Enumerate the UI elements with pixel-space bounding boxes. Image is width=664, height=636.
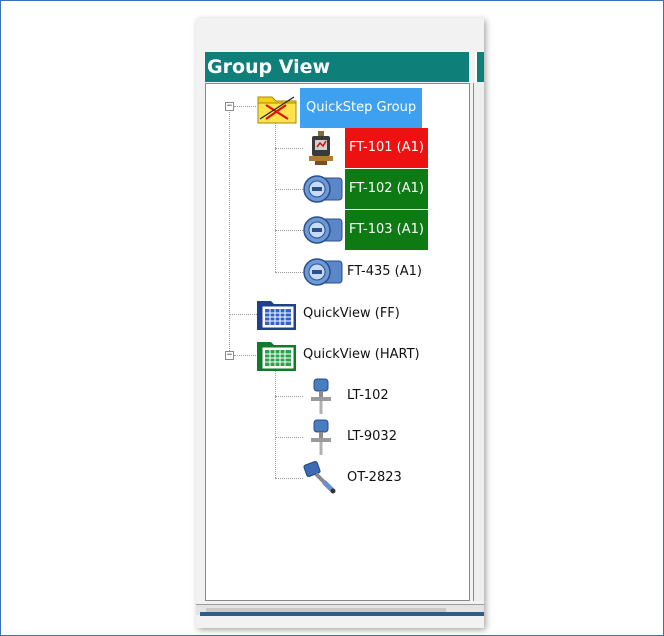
flow-transmitter-icon[interactable] xyxy=(302,172,344,206)
level-transmitter-icon[interactable] xyxy=(305,418,337,456)
tree-line xyxy=(229,314,257,315)
tree-line xyxy=(275,148,303,149)
panel-splitter[interactable] xyxy=(473,83,484,601)
tree-node-lt-9032[interactable]: LT-9032 xyxy=(343,427,401,447)
folder-disabled-icon[interactable] xyxy=(256,89,298,125)
tree-line xyxy=(234,106,256,107)
tree-node-ft-102[interactable]: FT-102 (A1) xyxy=(345,169,428,209)
tree-line xyxy=(275,478,303,479)
tree-line xyxy=(275,230,303,231)
tree-line xyxy=(229,110,230,355)
tree-node-ft-435[interactable]: FT-435 (A1) xyxy=(343,262,426,282)
flow-transmitter-icon[interactable] xyxy=(302,255,344,289)
analyzer-probe-icon[interactable] xyxy=(302,460,340,498)
flow-transmitter-icon[interactable] xyxy=(302,213,344,247)
tree-line xyxy=(275,122,276,272)
panel-title: Group View xyxy=(205,52,469,82)
quickview-folder-green-icon[interactable] xyxy=(256,338,298,372)
tree-line xyxy=(275,189,303,190)
tree-line xyxy=(275,272,303,273)
tree-line xyxy=(275,396,303,397)
tree-node-quickstep-group[interactable]: QuickStep Group xyxy=(300,88,423,128)
tree-line xyxy=(234,355,256,356)
collapse-toggle-quickview-hart[interactable]: − xyxy=(225,351,234,360)
level-transmitter-icon[interactable] xyxy=(305,377,337,415)
tree-line xyxy=(275,437,303,438)
tree-node-quickview-ff[interactable]: QuickView (FF) xyxy=(299,304,404,324)
panel-bottom-edge xyxy=(200,612,484,616)
quickview-folder-blue-icon[interactable] xyxy=(256,297,298,331)
tree-line xyxy=(275,370,276,478)
tree-node-quickview-hart[interactable]: QuickView (HART) xyxy=(299,345,424,365)
tree-node-ft-101[interactable]: FT-101 (A1) xyxy=(345,128,428,168)
adjacent-panel-header xyxy=(475,52,484,82)
group-tree[interactable] xyxy=(205,83,470,601)
pressure-transmitter-icon[interactable] xyxy=(305,130,337,166)
tree-node-ot-2823[interactable]: OT-2823 xyxy=(343,468,406,488)
tree-node-ft-103[interactable]: FT-103 (A1) xyxy=(345,210,428,250)
collapse-toggle-quickstep[interactable]: − xyxy=(225,102,234,111)
tree-node-lt-102[interactable]: LT-102 xyxy=(343,386,393,406)
